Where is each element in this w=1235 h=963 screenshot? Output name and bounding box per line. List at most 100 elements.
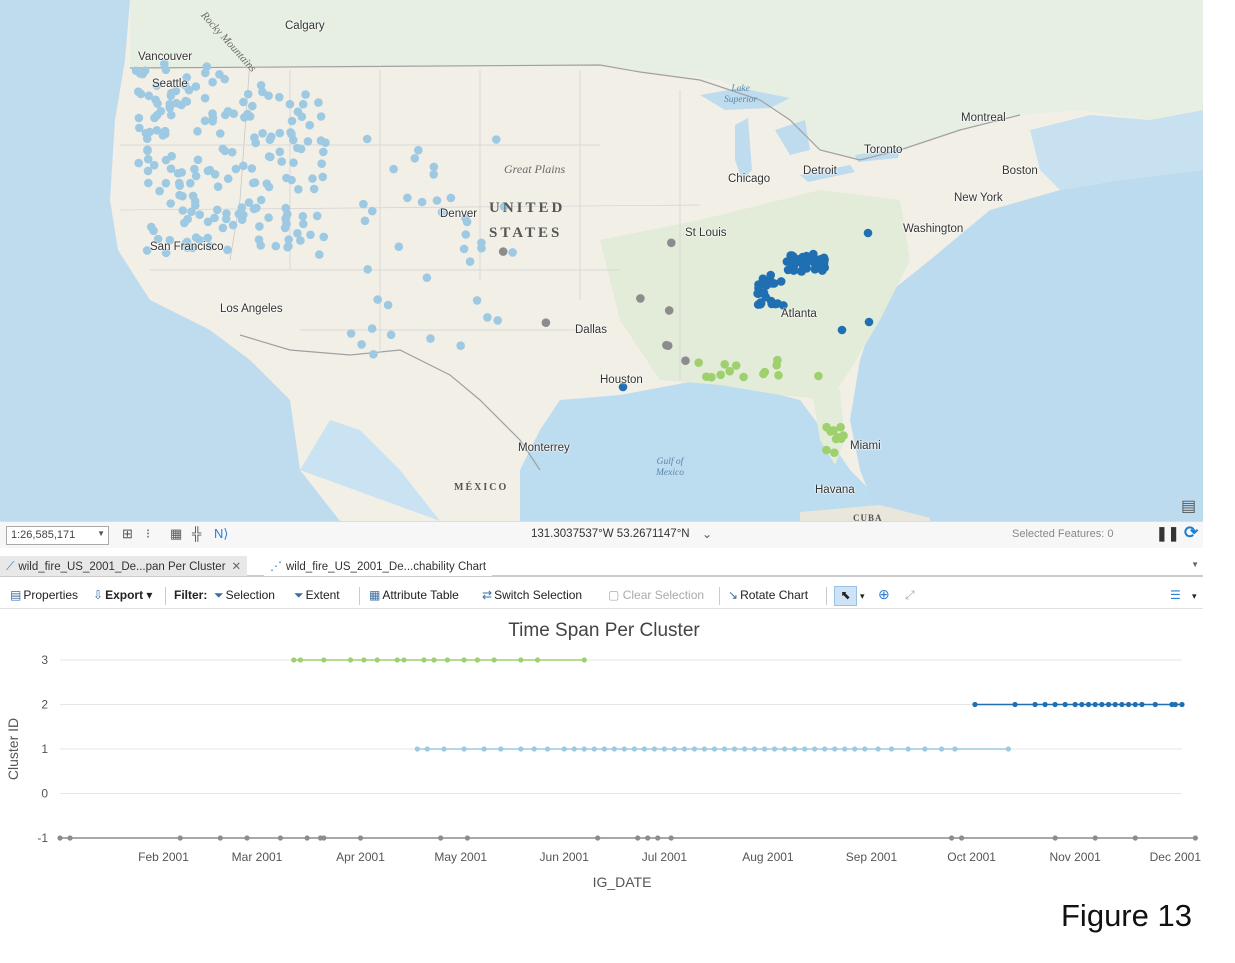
fire-point[interactable] <box>289 158 298 167</box>
data-point[interactable] <box>531 746 537 752</box>
data-point[interactable] <box>1125 701 1132 708</box>
data-point[interactable] <box>1072 701 1078 708</box>
fire-point[interactable] <box>213 205 222 215</box>
data-point[interactable] <box>461 657 467 663</box>
fire-point[interactable] <box>725 366 734 376</box>
data-point[interactable] <box>571 746 577 752</box>
data-point[interactable] <box>1062 701 1068 708</box>
fire-point[interactable] <box>508 248 517 257</box>
data-point[interactable] <box>421 657 427 663</box>
fire-point[interactable] <box>283 209 292 219</box>
data-point[interactable] <box>1179 701 1185 708</box>
data-point[interactable] <box>751 746 758 752</box>
north-arrow-icon[interactable]: N⟩ <box>214 526 228 542</box>
fire-point[interactable] <box>493 316 503 325</box>
fire-point[interactable] <box>191 201 200 210</box>
fire-point[interactable] <box>819 259 829 268</box>
fire-point[interactable] <box>308 174 317 183</box>
data-point[interactable] <box>498 746 504 752</box>
fire-point[interactable] <box>368 206 377 216</box>
data-point[interactable] <box>1132 835 1138 841</box>
export-button[interactable]: ⇩ Export ▾ <box>93 588 152 602</box>
fire-point[interactable] <box>459 244 469 254</box>
fire-point[interactable] <box>239 210 248 220</box>
fire-point[interactable] <box>223 174 233 183</box>
fire-point[interactable] <box>255 222 264 231</box>
fire-point[interactable] <box>359 199 368 209</box>
fire-point[interactable] <box>707 372 716 382</box>
chevron-down-icon[interactable]: ▼ <box>1191 560 1199 569</box>
data-point[interactable] <box>645 835 651 841</box>
fire-point[interactable] <box>275 92 284 102</box>
fire-point[interactable] <box>773 355 782 365</box>
clear-selection-button[interactable]: ▢ Clear Selection <box>608 588 704 602</box>
data-point[interactable] <box>668 835 674 841</box>
data-point[interactable] <box>431 657 437 663</box>
data-point[interactable] <box>952 746 958 752</box>
fire-point[interactable] <box>863 228 873 238</box>
fire-point[interactable] <box>143 166 153 176</box>
fire-point[interactable] <box>178 206 188 215</box>
data-point[interactable] <box>277 835 283 841</box>
fire-point[interactable] <box>305 120 315 130</box>
data-point[interactable] <box>474 657 481 663</box>
selected-features-count[interactable]: Selected Features: 0 <box>1012 528 1114 540</box>
fire-point[interactable] <box>256 195 266 205</box>
fire-point[interactable] <box>681 356 690 366</box>
data-point[interactable] <box>1192 835 1198 841</box>
fire-point[interactable] <box>373 295 383 304</box>
zoom-icon[interactable]: ⊕ <box>878 586 890 603</box>
data-point[interactable] <box>1085 701 1092 708</box>
data-point[interactable] <box>852 746 858 752</box>
data-point[interactable] <box>1119 701 1125 708</box>
data-point[interactable] <box>832 746 838 752</box>
fire-point[interactable] <box>143 154 153 164</box>
fire-point[interactable] <box>541 318 551 328</box>
fire-point[interactable] <box>837 325 847 335</box>
data-point[interactable] <box>761 746 768 752</box>
data-point[interactable] <box>671 746 678 752</box>
fire-point[interactable] <box>267 132 276 141</box>
fire-point[interactable] <box>831 434 841 444</box>
snapping-icon[interactable]: ⁝ <box>146 526 150 542</box>
data-point[interactable] <box>601 746 607 752</box>
data-point[interactable] <box>57 835 63 841</box>
fire-point[interactable] <box>410 154 420 163</box>
fire-point[interactable] <box>215 70 224 79</box>
data-point[interactable] <box>812 746 818 752</box>
data-point[interactable] <box>1032 701 1038 708</box>
tab-time-span-chart[interactable]: ⟋ wild_fire_US_2001_De...pan Per Cluster ✕ <box>0 556 248 576</box>
fire-point[interactable] <box>804 257 813 266</box>
fire-point[interactable] <box>814 371 823 381</box>
fire-point[interactable] <box>220 146 230 156</box>
fire-point[interactable] <box>417 197 427 207</box>
fire-point[interactable] <box>173 169 183 178</box>
fire-point[interactable] <box>667 238 676 248</box>
fire-point[interactable] <box>152 110 162 120</box>
data-point[interactable] <box>1005 746 1011 752</box>
data-point[interactable] <box>444 657 450 663</box>
fire-point[interactable] <box>186 178 195 188</box>
fire-point[interactable] <box>166 199 175 208</box>
fire-point[interactable] <box>203 166 213 176</box>
data-point[interactable] <box>1132 701 1138 708</box>
data-point[interactable] <box>651 746 657 752</box>
data-point[interactable] <box>595 835 601 841</box>
fire-point[interactable] <box>256 81 266 90</box>
data-point[interactable] <box>244 835 250 841</box>
data-point[interactable] <box>518 746 524 752</box>
fire-point[interactable] <box>245 112 255 121</box>
chevron-down-icon[interactable]: ▾ <box>860 591 865 602</box>
fire-point[interactable] <box>167 151 176 161</box>
data-point[interactable] <box>1079 701 1085 708</box>
data-point[interactable] <box>561 746 567 752</box>
fire-point[interactable] <box>720 360 729 369</box>
fire-point[interactable] <box>218 223 228 233</box>
fire-point[interactable] <box>239 97 248 107</box>
fire-point[interactable] <box>249 204 259 214</box>
fire-point[interactable] <box>465 257 475 266</box>
data-point[interactable] <box>655 835 661 841</box>
grid-icon[interactable]: ⊞ <box>122 526 133 542</box>
fire-point[interactable] <box>275 128 285 138</box>
data-point[interactable] <box>782 746 788 752</box>
